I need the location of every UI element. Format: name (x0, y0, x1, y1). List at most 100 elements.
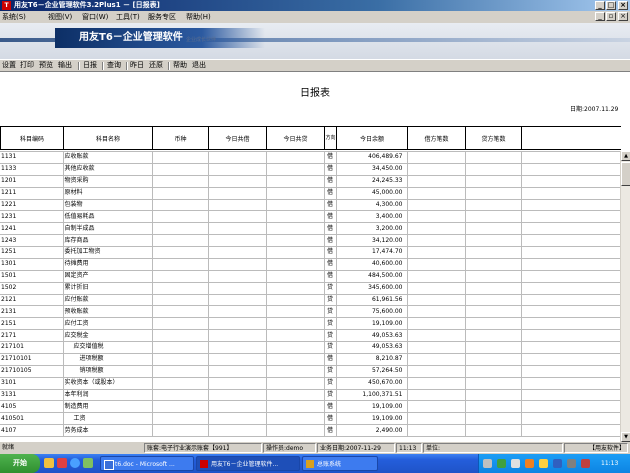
cell-credit-count[interactable] (464, 162, 522, 176)
cell-account-code[interactable]: 4105 (0, 400, 64, 414)
cell-credit-count[interactable] (464, 234, 522, 247)
scroll-thumb[interactable] (621, 162, 630, 186)
tray-app-icon[interactable] (483, 459, 492, 468)
table-row[interactable]: 1502 累计折旧 贷 345,600.00 (0, 281, 620, 295)
cell-debit-count[interactable] (406, 341, 466, 354)
toolbar-yesterday-button[interactable]: 昨日 (130, 60, 144, 71)
cell-today-debit[interactable] (207, 329, 267, 342)
table-row[interactable]: 1501 固定资产 借 484,500.00 (0, 269, 620, 283)
cell-credit-count[interactable] (464, 329, 522, 342)
cell-currency[interactable] (151, 352, 209, 366)
cell-today-credit[interactable] (265, 174, 325, 188)
cell-account-name[interactable]: 其他应收款 (62, 162, 153, 176)
cell-credit-count[interactable] (464, 352, 522, 366)
cell-account-code[interactable]: 1133 (0, 162, 64, 176)
cell-credit-count[interactable] (464, 186, 522, 200)
cell-currency[interactable] (151, 281, 209, 295)
cell-account-name[interactable]: 库存商品 (62, 234, 153, 247)
cell-today-debit[interactable] (207, 162, 267, 176)
cell-balance[interactable]: 24,245.33 (335, 174, 408, 188)
cell-today-debit[interactable] (207, 257, 267, 271)
cell-today-debit[interactable] (207, 293, 267, 307)
cell-account-name[interactable]: 制造费用 (62, 400, 153, 414)
cell-debit-count[interactable] (406, 234, 466, 247)
menu-view[interactable]: 视图(V) (48, 11, 72, 23)
table-row[interactable]: 2171 应交税金 贷 49,053.63 (0, 329, 620, 342)
cell-direction[interactable]: 借 (323, 186, 337, 200)
minimize-button[interactable]: _ (595, 1, 605, 10)
cell-account-name[interactable]: 应付账款 (62, 293, 153, 307)
cell-today-debit[interactable] (207, 388, 267, 402)
desktop-icon[interactable] (44, 458, 54, 468)
cell-today-credit[interactable] (265, 305, 325, 319)
cell-balance[interactable]: 406,489.67 (335, 151, 408, 164)
cell-debit-count[interactable] (406, 257, 466, 271)
cell-balance[interactable]: 1,100,371.51 (335, 388, 408, 402)
cell-debit-count[interactable] (406, 364, 466, 378)
taskbar-item-t6[interactable]: 用友T6－企业管理软件... (196, 456, 300, 471)
cell-today-debit[interactable] (207, 174, 267, 188)
cell-debit-count[interactable] (406, 281, 466, 295)
cell-currency[interactable] (151, 341, 209, 354)
cell-debit-count[interactable] (406, 305, 466, 319)
cell-currency[interactable] (151, 412, 209, 426)
cell-currency[interactable] (151, 174, 209, 188)
cell-debit-count[interactable] (406, 376, 466, 390)
cell-today-credit[interactable] (265, 352, 325, 366)
maximize-button[interactable]: □ (606, 1, 616, 10)
app-icon[interactable]: T (2, 1, 11, 10)
cell-direction[interactable]: 贷 (323, 281, 337, 295)
cell-currency[interactable] (151, 162, 209, 176)
menu-system[interactable]: 系统(S) (2, 11, 26, 23)
cell-balance[interactable]: 34,450.00 (335, 162, 408, 176)
cell-account-code[interactable]: 1301 (0, 257, 64, 271)
cell-credit-count[interactable] (464, 412, 522, 426)
cell-today-credit[interactable] (265, 198, 325, 212)
table-row[interactable]: 1301 待摊费用 借 40,600.00 (0, 257, 620, 271)
cell-debit-count[interactable] (406, 269, 466, 283)
cell-account-name[interactable]: 本年利润 (62, 388, 153, 402)
cell-account-code[interactable]: 1243 (0, 234, 64, 247)
cell-currency[interactable] (151, 246, 209, 259)
table-row[interactable]: 1231 低值易耗品 借 3,400.00 (0, 210, 620, 224)
table-row[interactable]: 1241 自制半成品 借 3,200.00 (0, 222, 620, 236)
cell-credit-count[interactable] (464, 246, 522, 259)
cell-today-debit[interactable] (207, 222, 267, 236)
cell-today-credit[interactable] (265, 210, 325, 224)
cell-balance[interactable]: 3,200.00 (335, 222, 408, 236)
col-header-balance[interactable]: 今日余额 (336, 126, 408, 150)
cell-today-debit[interactable] (207, 305, 267, 319)
taskbar-item-ledger[interactable]: 总账系统 (302, 456, 378, 471)
menu-window[interactable]: 窗口(W) (82, 11, 108, 23)
cell-credit-count[interactable] (464, 210, 522, 224)
cell-debit-count[interactable] (406, 317, 466, 331)
cell-today-debit[interactable] (207, 210, 267, 224)
cell-currency[interactable] (151, 388, 209, 402)
cell-today-credit[interactable] (265, 424, 325, 437)
cell-direction[interactable]: 借 (323, 198, 337, 212)
close-button[interactable]: × (618, 1, 628, 10)
cell-today-credit[interactable] (265, 329, 325, 342)
cell-currency[interactable] (151, 317, 209, 331)
cell-account-name[interactable]: 应收账款 (62, 151, 153, 164)
child-close-button[interactable]: × (618, 12, 628, 21)
cell-balance[interactable]: 49,053.63 (335, 341, 408, 354)
cell-today-credit[interactable] (265, 364, 325, 378)
cell-credit-count[interactable] (464, 151, 522, 164)
cell-balance[interactable]: 75,600.00 (335, 305, 408, 319)
cell-direction[interactable]: 贷 (323, 341, 337, 354)
cell-balance[interactable]: 49,053.63 (335, 329, 408, 342)
cell-currency[interactable] (151, 198, 209, 212)
cell-today-credit[interactable] (265, 186, 325, 200)
cell-direction[interactable]: 贷 (323, 305, 337, 319)
cell-today-credit[interactable] (265, 412, 325, 426)
table-row[interactable]: 1221 包装物 借 4,300.00 (0, 198, 620, 212)
col-header-credit-count[interactable]: 贷方笔数 (465, 126, 522, 150)
table-row[interactable]: 4105 制造费用 借 19,109.00 (0, 400, 620, 414)
cell-today-credit[interactable] (265, 400, 325, 414)
cell-direction[interactable]: 借 (323, 269, 337, 283)
cell-today-debit[interactable] (207, 198, 267, 212)
menu-help[interactable]: 帮助(H) (186, 11, 211, 23)
cell-debit-count[interactable] (406, 174, 466, 188)
cell-account-code[interactable]: 2171 (0, 329, 64, 342)
